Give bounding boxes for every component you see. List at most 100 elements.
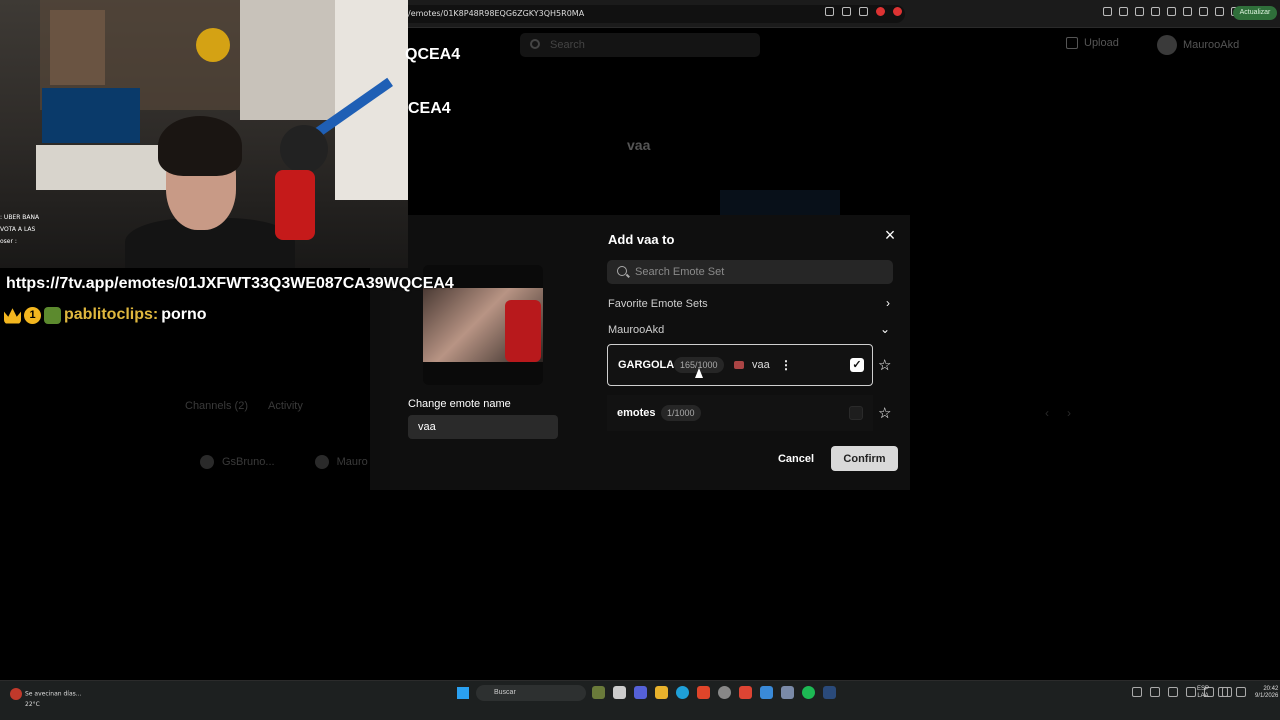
- emote-set-search[interactable]: Search Emote Set: [607, 260, 893, 284]
- search-icon: [617, 266, 627, 276]
- upload-label: Upload: [1084, 37, 1119, 49]
- user-sets-row[interactable]: MaurooAkd ⌄: [608, 322, 894, 336]
- app-icon[interactable]: [760, 686, 773, 699]
- small-chat-line: oser :: [0, 238, 17, 245]
- toolbar-icons: [1103, 7, 1240, 16]
- upload-button[interactable]: Upload: [1066, 37, 1119, 49]
- language-indicator[interactable]: ESP LAA: [1197, 686, 1209, 700]
- channel-avatar: [314, 455, 329, 469]
- system-tray: [1132, 687, 1232, 697]
- set-checkbox-checked[interactable]: ✓: [850, 358, 864, 372]
- windows-start-icon[interactable]: [457, 687, 469, 699]
- weather-widget[interactable]: Se avecinan días... 22°C: [10, 688, 81, 709]
- widget-app-icon[interactable]: [592, 686, 605, 699]
- confirm-button[interactable]: Confirm: [831, 446, 898, 471]
- set-checkbox-unchecked[interactable]: [849, 406, 863, 420]
- webcam-microphone: [275, 170, 315, 240]
- clock-date: 9/1/2026: [1255, 693, 1279, 699]
- small-chat-line: VOTA A LAS: [0, 226, 36, 233]
- vpn-icon[interactable]: [1215, 7, 1224, 16]
- chevron-right-icon: ›: [886, 296, 890, 310]
- emote-set-name: emotes: [617, 407, 656, 419]
- wifi-icon[interactable]: [1218, 687, 1228, 697]
- cancel-button[interactable]: Cancel: [770, 447, 822, 471]
- brave-shield-icon[interactable]: [876, 7, 885, 16]
- share-icon[interactable]: [859, 7, 868, 16]
- rename-label: Change emote name: [408, 398, 511, 410]
- search-icon: [530, 39, 540, 49]
- chat-url-message: https://7tv.app/emotes/01JXFWT33Q3WE087C…: [6, 275, 454, 292]
- site-search-input[interactable]: Search: [520, 33, 760, 57]
- tab-icon[interactable]: [1167, 7, 1176, 16]
- small-chat-line: : UBER BANA: [0, 214, 40, 221]
- emote-set-item[interactable]: emotes 1/1000: [607, 395, 873, 431]
- tab-channels[interactable]: Channels (2): [185, 400, 248, 412]
- file-explorer-icon[interactable]: [655, 686, 668, 699]
- update-button[interactable]: Actualizar: [1233, 6, 1277, 20]
- app-icon[interactable]: [781, 686, 794, 699]
- emote-set-item[interactable]: GARGOLA 165/1000 vaa ⋮ ✓: [607, 344, 873, 386]
- webcam-person-hair: [158, 116, 242, 176]
- overlay-code-fragment: QCEA4: [405, 46, 461, 63]
- channel-item[interactable]: Mauro: [314, 455, 368, 469]
- webcam-overlay: : UBER BANA VOTA A LAS oser :: [0, 0, 408, 268]
- emote-set-name: GARGOLA: [618, 359, 675, 371]
- chat-text: porno: [161, 306, 207, 323]
- crown-badge-icon: [4, 308, 21, 324]
- tray-app-icon[interactable]: [1168, 687, 1178, 697]
- star-icon[interactable]: ☆: [878, 356, 891, 374]
- music-icon[interactable]: [1151, 7, 1160, 16]
- favorite-sets-row[interactable]: Favorite Emote Sets ›: [608, 296, 894, 310]
- more-options-icon[interactable]: ⋮: [780, 357, 792, 373]
- webcam-small-chat: : UBER BANA VOTA A LAS oser :: [0, 212, 39, 248]
- translate-icon[interactable]: [825, 7, 834, 16]
- overlay-code-fragment: CEA4: [408, 100, 451, 117]
- channel-item[interactable]: GsBruno...: [200, 455, 275, 469]
- taskbar: Se avecinan días... 22°C Buscar ESP LAA …: [0, 680, 1280, 720]
- pagination-arrows[interactable]: ‹›: [1045, 406, 1089, 420]
- subscriber-badge-icon: [44, 306, 61, 324]
- emote-title: vaa: [627, 137, 651, 153]
- wallet-icon[interactable]: [1199, 7, 1208, 16]
- taskbar-apps: [592, 686, 836, 699]
- teams-icon[interactable]: [634, 686, 647, 699]
- number-badge-icon: 1: [24, 306, 41, 324]
- spotify-icon[interactable]: [802, 686, 815, 699]
- taskbar-search[interactable]: Buscar: [476, 685, 586, 701]
- bookmarks-icon[interactable]: [1183, 7, 1192, 16]
- edge-icon[interactable]: [676, 686, 689, 699]
- task-view-icon[interactable]: [613, 686, 626, 699]
- rename-input[interactable]: [408, 415, 558, 439]
- lang-layout: LAA: [1197, 693, 1209, 699]
- conflict-emote-thumbnail: [734, 361, 744, 369]
- sidebar-icon[interactable]: [1119, 7, 1128, 16]
- steam-icon[interactable]: [823, 686, 836, 699]
- emote-tabs: Channels (2) Activity: [185, 400, 303, 412]
- tab-activity[interactable]: Activity: [268, 400, 303, 412]
- webcam-hat: [196, 28, 230, 62]
- calendar-app-icon[interactable]: [739, 686, 752, 699]
- mouse-cursor-icon: [695, 368, 703, 378]
- zoom-icon[interactable]: [842, 7, 851, 16]
- channel-name: Mauro: [336, 456, 368, 468]
- clock[interactable]: 20:42 9/1/2026: [1255, 686, 1278, 700]
- tray-app-icon[interactable]: [1150, 687, 1160, 697]
- tray-app-icon[interactable]: [1186, 687, 1196, 697]
- emote-set-search-placeholder: Search Emote Set: [635, 266, 725, 278]
- user-menu[interactable]: MaurooAkd: [1157, 35, 1239, 55]
- obs-icon[interactable]: [718, 686, 731, 699]
- close-icon[interactable]: ×: [881, 226, 899, 244]
- brave-icon[interactable]: [697, 686, 710, 699]
- chevron-up-icon[interactable]: [1132, 687, 1142, 697]
- download-icon[interactable]: [1135, 7, 1144, 16]
- weather-icon: [10, 688, 22, 700]
- brave-rewards-icon[interactable]: [893, 7, 902, 16]
- username: MaurooAkd: [1183, 39, 1240, 51]
- avatar: [1157, 35, 1177, 55]
- webcam-monitor: [42, 88, 140, 143]
- extensions-icon[interactable]: [1103, 7, 1112, 16]
- volume-icon[interactable]: [1236, 687, 1246, 697]
- webcam-desk: [36, 145, 176, 190]
- emote-preview-detail: [505, 300, 541, 362]
- star-icon[interactable]: ☆: [878, 404, 891, 422]
